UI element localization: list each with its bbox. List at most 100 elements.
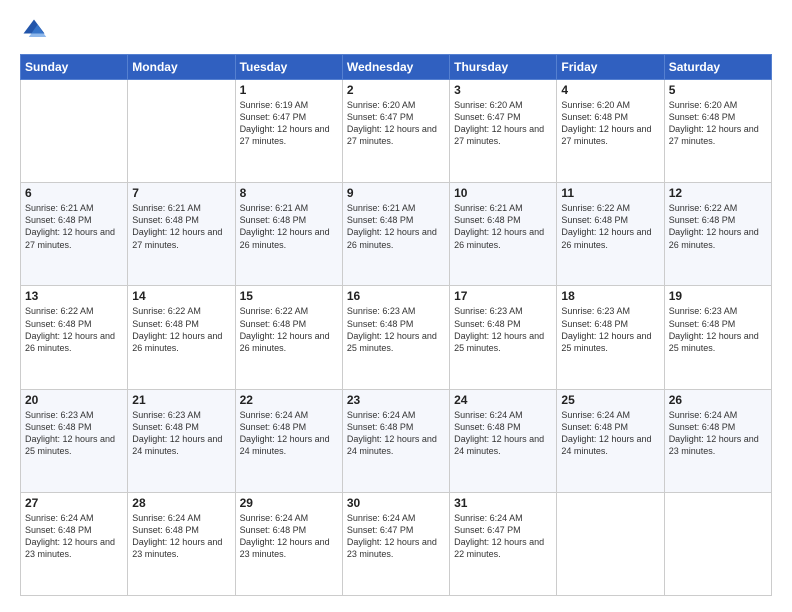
cell-sun-info: Sunrise: 6:20 AM Sunset: 6:48 PM Dayligh… (669, 99, 767, 148)
day-number: 15 (240, 289, 338, 303)
cell-sun-info: Sunrise: 6:21 AM Sunset: 6:48 PM Dayligh… (347, 202, 445, 251)
calendar-cell: 11Sunrise: 6:22 AM Sunset: 6:48 PM Dayli… (557, 183, 664, 286)
calendar-cell: 26 Sunrise: 6:24 AM Sunset: 6:48 PM Dayli… (664, 389, 771, 492)
day-number: 16 (347, 289, 445, 303)
calendar-day-header: Saturday (664, 55, 771, 80)
calendar-cell: 19 Sunrise: 6:23 AM Sunset: 6:48 PM Dayli… (664, 286, 771, 389)
cell-sun-info: Sunrise: 6:21 AM Sunset: 6:48 PM Dayligh… (240, 202, 338, 251)
day-number: 6 (25, 186, 123, 200)
day-number: 20 (25, 393, 123, 407)
calendar-cell (21, 80, 128, 183)
calendar-day-header: Wednesday (342, 55, 449, 80)
day-number: 10 (454, 186, 552, 200)
cell-sun-info: Sunrise: 6:22 AM Sunset: 6:48 PM Dayligh… (25, 305, 123, 354)
day-number: 21 (132, 393, 230, 407)
calendar-cell: 14 Sunrise: 6:22 AM Sunset: 6:48 PM Dayli… (128, 286, 235, 389)
day-number: 29 (240, 496, 338, 510)
cell-sun-info: Sunrise: 6:19 AM Sunset: 6:47 PM Dayligh… (240, 99, 338, 148)
calendar-cell: 12Sunrise: 6:22 AM Sunset: 6:48 PM Dayli… (664, 183, 771, 286)
day-number: 17 (454, 289, 552, 303)
calendar-week-row: 1 Sunrise: 6:19 AM Sunset: 6:47 PM Daylig… (21, 80, 772, 183)
day-number: 8 (240, 186, 338, 200)
cell-sun-info: Sunrise: 6:23 AM Sunset: 6:48 PM Dayligh… (561, 305, 659, 354)
calendar-cell: 30 Sunrise: 6:24 AM Sunset: 6:47 PM Dayli… (342, 492, 449, 595)
day-number: 27 (25, 496, 123, 510)
calendar-cell: 2Sunrise: 6:20 AM Sunset: 6:47 PM Daylig… (342, 80, 449, 183)
day-number: 4 (561, 83, 659, 97)
day-number: 25 (561, 393, 659, 407)
calendar-cell: 13 Sunrise: 6:22 AM Sunset: 6:48 PM Dayli… (21, 286, 128, 389)
cell-sun-info: Sunrise: 6:24 AM Sunset: 6:48 PM Dayligh… (240, 409, 338, 458)
cell-sun-info: Sunrise: 6:21 AM Sunset: 6:48 PM Dayligh… (132, 202, 230, 251)
day-number: 31 (454, 496, 552, 510)
logo (20, 16, 52, 44)
day-number: 13 (25, 289, 123, 303)
calendar-day-header: Monday (128, 55, 235, 80)
calendar-cell: 24Sunrise: 6:24 AM Sunset: 6:48 PM Dayli… (450, 389, 557, 492)
calendar-cell: 29 Sunrise: 6:24 AM Sunset: 6:48 PM Dayli… (235, 492, 342, 595)
cell-sun-info: Sunrise: 6:24 AM Sunset: 6:48 PM Dayligh… (132, 512, 230, 561)
calendar-cell: 5 Sunrise: 6:20 AM Sunset: 6:48 PM Daylig… (664, 80, 771, 183)
calendar-cell: 17 Sunrise: 6:23 AM Sunset: 6:48 PM Dayli… (450, 286, 557, 389)
cell-sun-info: Sunrise: 6:24 AM Sunset: 6:48 PM Dayligh… (561, 409, 659, 458)
cell-sun-info: Sunrise: 6:24 AM Sunset: 6:48 PM Dayligh… (347, 409, 445, 458)
calendar-cell: 20 Sunrise: 6:23 AM Sunset: 6:48 PM Dayli… (21, 389, 128, 492)
calendar-cell: 1 Sunrise: 6:19 AM Sunset: 6:47 PM Daylig… (235, 80, 342, 183)
day-number: 7 (132, 186, 230, 200)
calendar-cell: 27Sunrise: 6:24 AM Sunset: 6:48 PM Dayli… (21, 492, 128, 595)
cell-sun-info: Sunrise: 6:21 AM Sunset: 6:48 PM Dayligh… (454, 202, 552, 251)
cell-sun-info: Sunrise: 6:24 AM Sunset: 6:48 PM Dayligh… (240, 512, 338, 561)
calendar-week-row: 13 Sunrise: 6:22 AM Sunset: 6:48 PM Dayli… (21, 286, 772, 389)
calendar-cell (128, 80, 235, 183)
calendar-cell: 23 Sunrise: 6:24 AM Sunset: 6:48 PM Dayli… (342, 389, 449, 492)
cell-sun-info: Sunrise: 6:22 AM Sunset: 6:48 PM Dayligh… (132, 305, 230, 354)
calendar-day-header: Friday (557, 55, 664, 80)
day-number: 14 (132, 289, 230, 303)
cell-sun-info: Sunrise: 6:20 AM Sunset: 6:47 PM Dayligh… (454, 99, 552, 148)
cell-sun-info: Sunrise: 6:23 AM Sunset: 6:48 PM Dayligh… (25, 409, 123, 458)
calendar-cell: 25 Sunrise: 6:24 AM Sunset: 6:48 PM Dayli… (557, 389, 664, 492)
cell-sun-info: Sunrise: 6:20 AM Sunset: 6:48 PM Dayligh… (561, 99, 659, 148)
cell-sun-info: Sunrise: 6:24 AM Sunset: 6:47 PM Dayligh… (347, 512, 445, 561)
cell-sun-info: Sunrise: 6:22 AM Sunset: 6:48 PM Dayligh… (669, 202, 767, 251)
cell-sun-info: Sunrise: 6:23 AM Sunset: 6:48 PM Dayligh… (669, 305, 767, 354)
cell-sun-info: Sunrise: 6:21 AM Sunset: 6:48 PM Dayligh… (25, 202, 123, 251)
calendar-header-row: SundayMondayTuesdayWednesdayThursdayFrid… (21, 55, 772, 80)
day-number: 23 (347, 393, 445, 407)
calendar-week-row: 27 Sunrise: 6:24 AM Sunset: 6:48 PM Dayli… (21, 492, 772, 595)
day-number: 19 (669, 289, 767, 303)
calendar-cell: 4 Sunrise: 6:20 AM Sunset: 6:48 PM Daylig… (557, 80, 664, 183)
calendar-cell (664, 492, 771, 595)
cell-sun-info: Sunrise: 6:22 AM Sunset: 6:48 PM Dayligh… (240, 305, 338, 354)
calendar-cell: 6 Sunrise: 6:21 AM Sunset: 6:48 PM Daylig… (21, 183, 128, 286)
day-number: 30 (347, 496, 445, 510)
cell-sun-info: Sunrise: 6:24 AM Sunset: 6:47 PM Dayligh… (454, 512, 552, 561)
calendar-cell: 22 Sunrise: 6:24 AM Sunset: 6:48 PM Dayli… (235, 389, 342, 492)
day-number: 22 (240, 393, 338, 407)
day-number: 3 (454, 83, 552, 97)
calendar-cell: 21 Sunrise: 6:23 AM Sunset: 6:48 PM Dayli… (128, 389, 235, 492)
calendar-cell: 9 Sunrise: 6:21 AM Sunset: 6:48 PM Daylig… (342, 183, 449, 286)
cell-sun-info: Sunrise: 6:23 AM Sunset: 6:48 PM Dayligh… (347, 305, 445, 354)
header (20, 16, 772, 44)
calendar-day-header: Thursday (450, 55, 557, 80)
day-number: 28 (132, 496, 230, 510)
calendar-cell: 10 Sunrise: 6:21 AM Sunset: 6:48 PM Dayli… (450, 183, 557, 286)
day-number: 26 (669, 393, 767, 407)
day-number: 9 (347, 186, 445, 200)
calendar-cell (557, 492, 664, 595)
day-number: 24 (454, 393, 552, 407)
calendar-day-header: Sunday (21, 55, 128, 80)
calendar-week-row: 20 Sunrise: 6:23 AM Sunset: 6:48 PM Dayli… (21, 389, 772, 492)
cell-sun-info: Sunrise: 6:23 AM Sunset: 6:48 PM Dayligh… (132, 409, 230, 458)
calendar-cell: 16 Sunrise: 6:23 AM Sunset: 6:48 PM Dayli… (342, 286, 449, 389)
day-number: 5 (669, 83, 767, 97)
calendar-cell: 15 Sunrise: 6:22 AM Sunset: 6:48 PM Dayli… (235, 286, 342, 389)
logo-icon (20, 16, 48, 44)
cell-sun-info: Sunrise: 6:22 AM Sunset: 6:48 PM Dayligh… (561, 202, 659, 251)
page: SundayMondayTuesdayWednesdayThursdayFrid… (0, 0, 792, 612)
calendar-day-header: Tuesday (235, 55, 342, 80)
cell-sun-info: Sunrise: 6:23 AM Sunset: 6:48 PM Dayligh… (454, 305, 552, 354)
day-number: 1 (240, 83, 338, 97)
cell-sun-info: Sunrise: 6:24 AM Sunset: 6:48 PM Dayligh… (669, 409, 767, 458)
